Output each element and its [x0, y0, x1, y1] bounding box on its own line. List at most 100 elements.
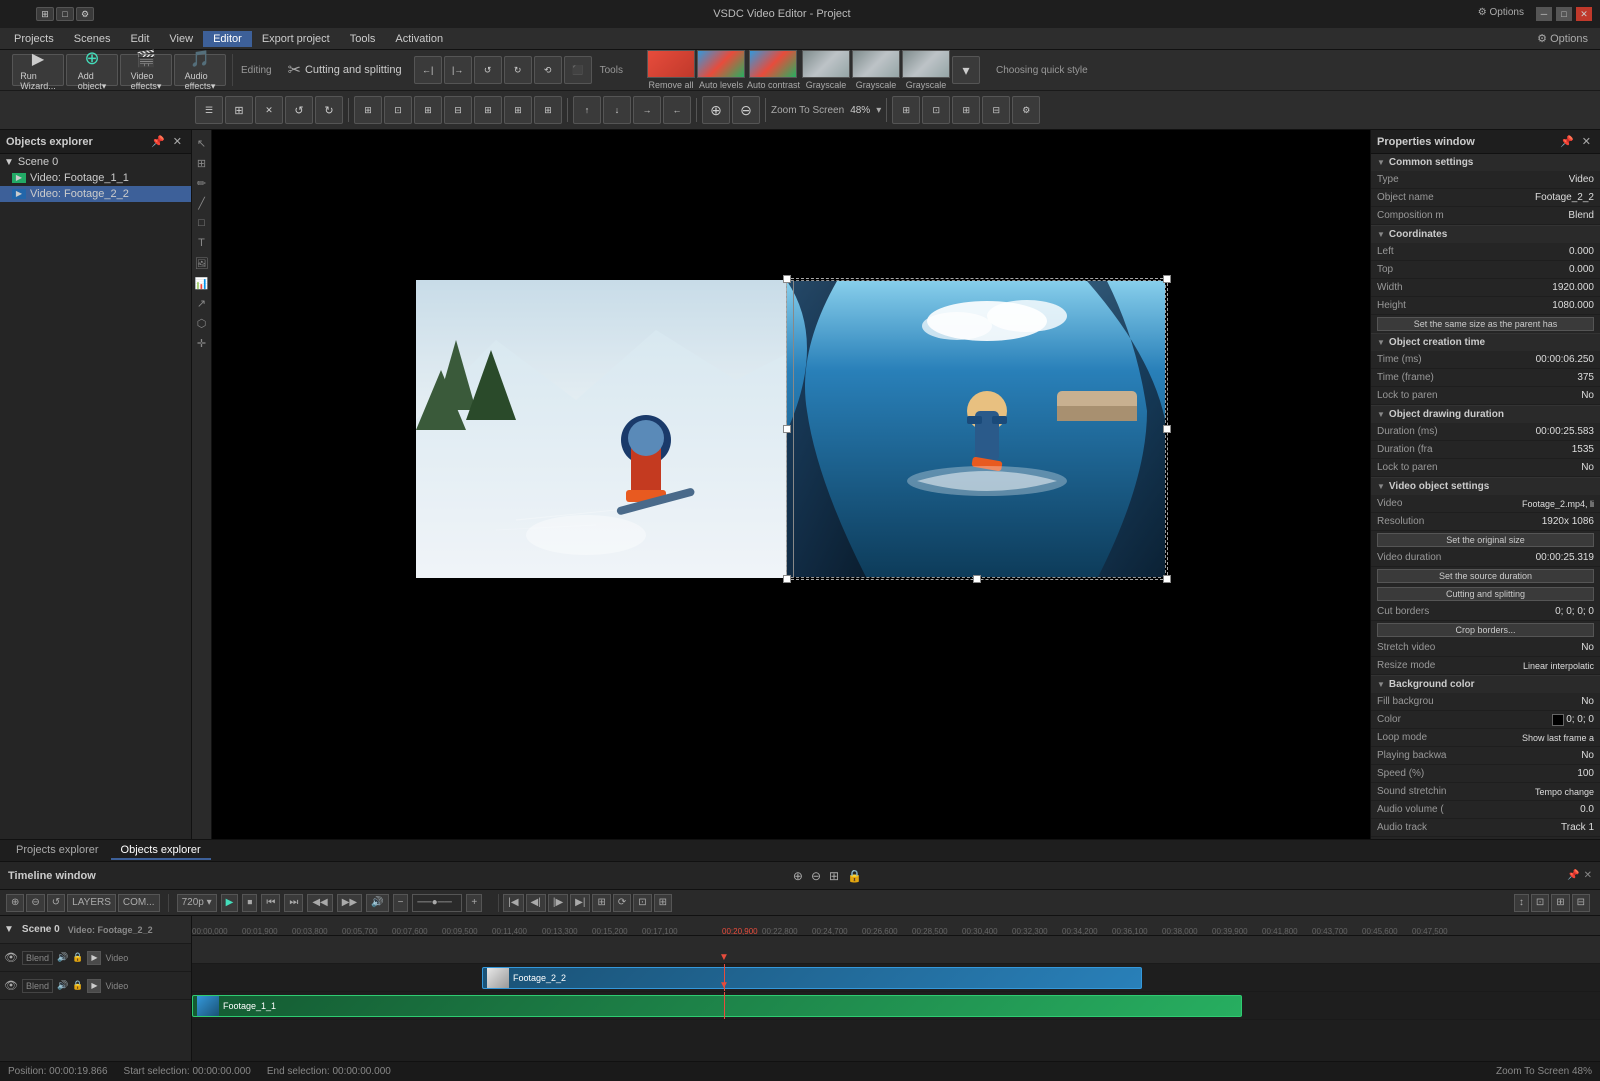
lt-text[interactable]: T — [193, 234, 211, 252]
scene-expand-icon[interactable]: ▼ — [4, 924, 14, 935]
track2-blend[interactable]: Blend — [22, 979, 53, 993]
tl-close-btn[interactable]: ✕ — [1584, 870, 1592, 881]
select-redo[interactable]: ↻ — [315, 96, 343, 124]
tl-marker-4[interactable]: ▶| — [570, 894, 590, 912]
tl-end-mark[interactable]: ⊞ — [592, 894, 610, 912]
props-video-header[interactable]: ▼ Video object settings — [1371, 478, 1600, 495]
color-swatch[interactable] — [1552, 714, 1564, 726]
tl-add-track[interactable]: ⊕ — [6, 894, 24, 912]
tl-play-btn[interactable]: ▶ — [221, 894, 239, 912]
tl-fit-tl[interactable]: ⊞ — [1551, 894, 1569, 912]
tree-scene[interactable]: ▼ Scene 0 — [0, 154, 191, 170]
view-2[interactable]: ↓ — [603, 96, 631, 124]
track1-eye[interactable]: 👁 — [4, 951, 18, 964]
tl-pin-btn[interactable]: 📌 — [1567, 870, 1579, 881]
menu-view[interactable]: View — [159, 31, 203, 47]
align-5[interactable]: ⊞ — [474, 96, 502, 124]
cutting-splitting-btn[interactable]: Cutting and splitting — [1377, 587, 1594, 601]
qs-grayscale-1[interactable]: Grayscale — [802, 50, 850, 90]
props-pin-btn[interactable]: 📌 — [1557, 134, 1577, 149]
lt-move[interactable]: ✛ — [193, 334, 211, 352]
tl-com-btn[interactable]: COM... — [118, 894, 160, 912]
source-duration-btn[interactable]: Set the source duration — [1377, 569, 1594, 583]
cut-tool-5[interactable]: ⟲ — [534, 56, 562, 84]
maximize-btn[interactable]: □ — [1556, 7, 1572, 21]
track1-audio[interactable]: 🔊 — [57, 952, 68, 963]
objects-pin-btn[interactable]: 📌 — [148, 134, 168, 149]
grid-1[interactable]: ⊞ — [892, 96, 920, 124]
align-7[interactable]: ⊞ — [534, 96, 562, 124]
track1-lock[interactable]: 🔒 — [72, 952, 83, 963]
grid-2[interactable]: ⊡ — [922, 96, 950, 124]
menu-edit[interactable]: Edit — [120, 31, 159, 47]
tl-zoom-tl[interactable]: ↕ — [1514, 894, 1529, 912]
lt-chart[interactable]: 📊 — [193, 274, 211, 292]
track2-lock[interactable]: 🔒 — [72, 980, 83, 991]
titlebar-btn2[interactable]: □ — [56, 7, 74, 21]
minimize-btn[interactable]: ─ — [1536, 7, 1552, 21]
select-arrow[interactable]: ⊞ — [225, 96, 253, 124]
run-wizard-btn[interactable]: ▶ RunWizard... — [12, 54, 64, 86]
cut-tool-1[interactable]: ←| — [414, 56, 442, 84]
tree-footage2[interactable]: ▶ Video: Footage_2_2 — [0, 186, 191, 202]
view-4[interactable]: ← — [663, 96, 691, 124]
tl-undo[interactable]: ↺ — [47, 894, 65, 912]
same-size-btn[interactable]: Set the same size as the parent has — [1377, 317, 1594, 331]
tl-stop-btn[interactable]: ⏹ — [242, 894, 257, 912]
audio-effects-btn[interactable]: 🎵 Audioeffects▾ — [174, 54, 226, 86]
tl-add-btn[interactable]: ⊕ — [790, 868, 806, 884]
qs-auto-contrast[interactable]: Auto contrast — [747, 50, 800, 90]
menu-tools[interactable]: Tools — [340, 31, 386, 47]
lt-crop[interactable]: ⊞ — [193, 154, 211, 172]
options-label[interactable]: ⚙ Options — [1470, 7, 1532, 21]
lt-cursor[interactable]: ↖ — [193, 134, 211, 152]
qs-more-btn[interactable]: ▾ — [952, 56, 980, 84]
crop-borders-btn[interactable]: Crop borders... — [1377, 623, 1594, 637]
qs-grayscale-3[interactable]: Grayscale — [902, 50, 950, 90]
track2-eye[interactable]: 👁 — [4, 979, 18, 992]
cut-tool-2[interactable]: |→ — [444, 56, 472, 84]
props-duration-header[interactable]: ▼ Object drawing duration — [1371, 406, 1600, 423]
lt-image[interactable]: 🖼 — [193, 254, 211, 272]
align-4[interactable]: ⊟ — [444, 96, 472, 124]
tl-copy-btn[interactable]: ⊞ — [826, 868, 842, 884]
grid-3[interactable]: ⊞ — [952, 96, 980, 124]
tl-more-tl[interactable]: ⊟ — [1572, 894, 1590, 912]
tl-vol-slider[interactable]: ──●── — [412, 894, 462, 912]
view-1[interactable]: ↑ — [573, 96, 601, 124]
tl-remove-btn[interactable]: ⊖ — [808, 868, 824, 884]
zoom-in-btn[interactable]: ⊕ — [702, 96, 730, 124]
projects-explorer-tab[interactable]: Projects explorer — [6, 842, 109, 860]
tl-audio-btn[interactable]: 🔊 — [366, 894, 388, 912]
props-close-btn[interactable]: ✕ — [1579, 134, 1594, 149]
lt-pen[interactable]: ✏ — [193, 174, 211, 192]
tl-snap-tl[interactable]: ⊡ — [1531, 894, 1549, 912]
menu-projects[interactable]: Projects — [4, 31, 64, 47]
cut-tool-3[interactable]: ↺ — [474, 56, 502, 84]
track2-audio[interactable]: 🔊 — [57, 980, 68, 991]
select-undo[interactable]: ↺ — [285, 96, 313, 124]
cut-tool-6[interactable]: ⬛ — [564, 56, 592, 84]
titlebar-btn3[interactable]: ⚙ — [76, 7, 94, 21]
view-3[interactable]: → — [633, 96, 661, 124]
tl-prev-mark[interactable]: ◀◀ — [307, 894, 332, 912]
tl-del-track[interactable]: ⊖ — [26, 894, 44, 912]
original-size-btn[interactable]: Set the original size — [1377, 533, 1594, 547]
tree-footage1[interactable]: ▶ Video: Footage_1_1 — [0, 170, 191, 186]
titlebar-btn[interactable]: ⊞ — [36, 7, 54, 21]
qs-auto-levels[interactable]: Auto levels — [697, 50, 745, 90]
tl-snap-btn[interactable]: ⊡ — [633, 894, 651, 912]
tl-prev-frame[interactable]: ⏮ — [261, 894, 280, 912]
grid-4[interactable]: ⊟ — [982, 96, 1010, 124]
tl-layer-btn[interactable]: LAYERS — [67, 894, 116, 912]
select-rect[interactable]: ✕ — [255, 96, 283, 124]
align-1[interactable]: ⊞ — [354, 96, 382, 124]
tl-lock-btn[interactable]: 🔒 — [844, 868, 865, 884]
lt-stamp[interactable]: ⬡ — [193, 314, 211, 332]
menu-editor[interactable]: Editor — [203, 31, 252, 47]
lt-line[interactable]: ╱ — [193, 194, 211, 212]
add-object-btn[interactable]: ⊕ Addobject▾ — [66, 54, 118, 86]
clip-footage1[interactable]: Footage_1_1 — [192, 995, 1242, 1017]
tl-vol-plus[interactable]: + — [466, 894, 482, 912]
objects-explorer-tab[interactable]: Objects explorer — [111, 842, 211, 860]
